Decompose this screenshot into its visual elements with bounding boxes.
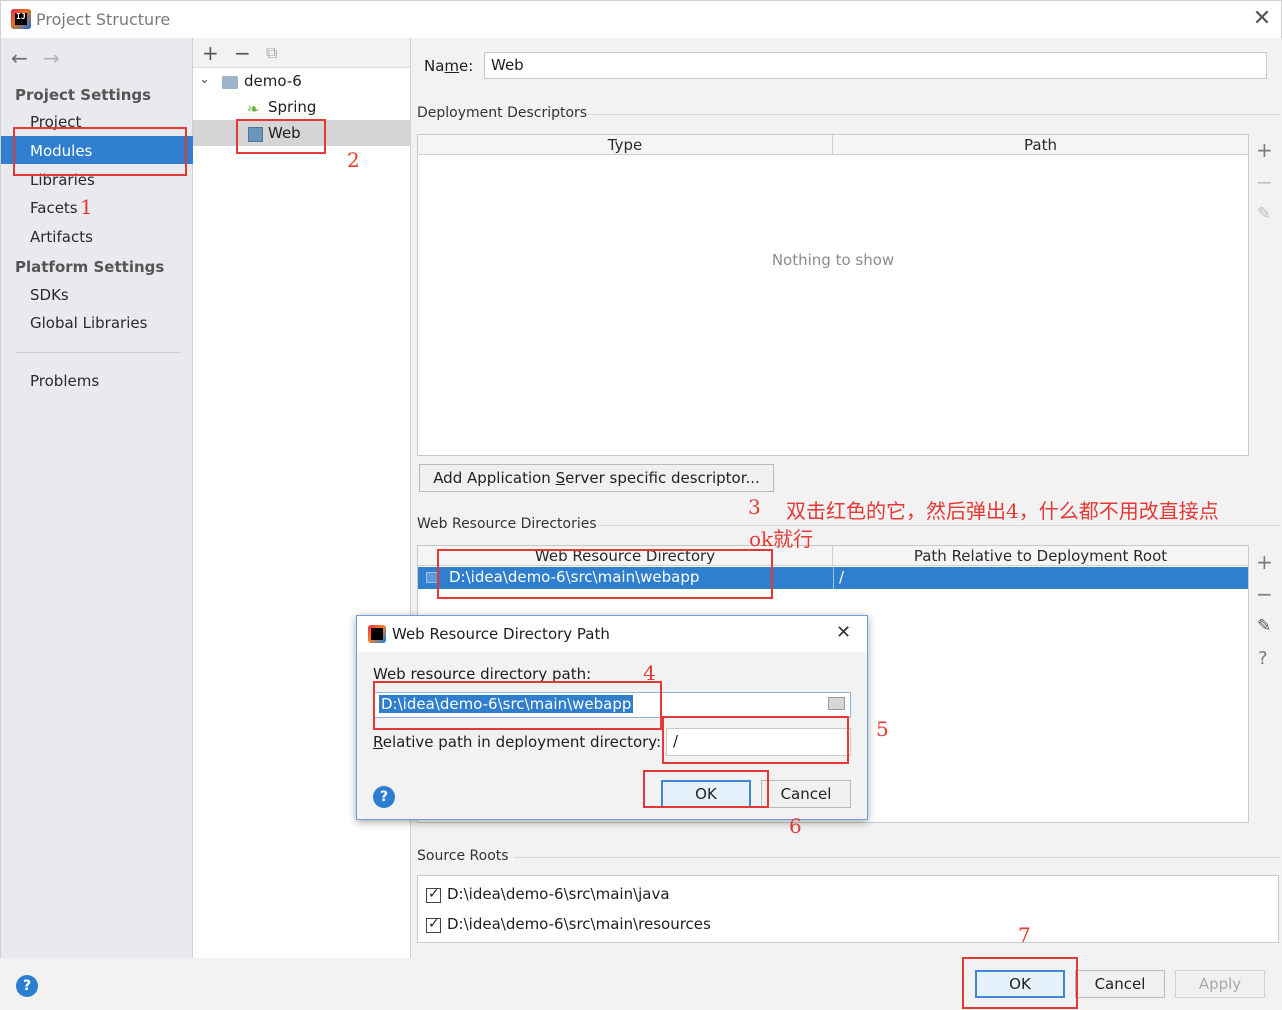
annotation-box-dialog-ok [643, 770, 769, 808]
forward-arrow-icon[interactable]: → [43, 46, 60, 70]
dialog-close-icon[interactable]: ✕ [836, 622, 851, 643]
annotation-number-2: 2 [347, 148, 360, 172]
add-icon[interactable]: + [202, 41, 219, 65]
annotation-box-relative [662, 716, 849, 764]
group-divider [514, 857, 1279, 858]
annotation-box-footer-ok [962, 957, 1078, 1009]
source-roots-list: D:\idea\demo-6\src\main\java D:\idea\dem… [417, 875, 1279, 943]
dialog-cancel-button[interactable]: Cancel [761, 780, 851, 808]
column-header-path-relative[interactable]: Path Relative to Deployment Root [833, 546, 1248, 566]
window-title: Project Structure [36, 10, 171, 29]
annotation-number-6: 6 [789, 814, 802, 838]
cancel-button[interactable]: Cancel [1075, 970, 1165, 998]
name-field[interactable]: Web [484, 52, 1267, 79]
web-resource-directories-title: Web Resource Directories [417, 516, 597, 532]
remove-descriptor-icon[interactable]: − [1256, 170, 1273, 194]
tree-toolbar: + − ⧉ [193, 38, 410, 68]
name-label: Name: [424, 57, 474, 75]
add-directory-icon[interactable]: + [1256, 550, 1273, 574]
sidebar-item-sdks[interactable]: SDKs [30, 286, 69, 304]
source-root-checkbox-resources[interactable] [426, 916, 441, 933]
sidebar-item-facets[interactable]: Facets [30, 199, 78, 217]
annotation-number-7: 7 [1018, 923, 1031, 947]
column-header-path[interactable]: Path [833, 135, 1248, 155]
dialog-title-bar: Web Resource Directory Path ✕ [357, 616, 867, 652]
sidebar-divider [15, 352, 181, 353]
intellij-logo-icon [368, 625, 386, 643]
annotation-number-5: 5 [876, 717, 889, 741]
annotation-note-line1: 双击红色的它，然后弹出4，什么都不用改直接点 [786, 499, 1219, 523]
help-icon[interactable]: ? [16, 975, 38, 997]
annotation-box-path [373, 681, 662, 730]
add-descriptor-icon[interactable]: + [1256, 138, 1273, 162]
spring-leaf-icon: ❧ [247, 100, 260, 118]
edit-descriptor-icon[interactable]: ✎ [1257, 204, 1271, 224]
column-header-type[interactable]: Type [418, 135, 833, 155]
annotation-box-modules [13, 127, 187, 176]
back-arrow-icon[interactable]: ← [11, 46, 28, 70]
sidebar-item-artifacts[interactable]: Artifacts [30, 228, 93, 246]
dialog-title: Web Resource Directory Path [392, 625, 610, 643]
platform-settings-title: Platform Settings [15, 258, 165, 276]
copy-icon[interactable]: ⧉ [266, 43, 277, 63]
list-item: D:\idea\demo-6\src\main\resources [447, 915, 711, 933]
name-field-value: Web [491, 56, 524, 74]
annotation-number-3: 3 [748, 495, 761, 519]
dialog-help-icon[interactable]: ? [373, 786, 395, 808]
cell-divider [833, 567, 834, 589]
source-roots-title: Source Roots [417, 848, 509, 864]
module-folder-icon [222, 76, 238, 89]
group-divider [587, 114, 1279, 115]
help-question-icon[interactable]: ? [1258, 648, 1268, 669]
sidebar-item-global-libraries[interactable]: Global Libraries [30, 314, 147, 332]
project-settings-title: Project Settings [15, 86, 152, 104]
deployment-descriptors-title: Deployment Descriptors [417, 105, 588, 121]
module-tree-panel: + − ⧉ ⌄ demo-6 ❧ Spring Web [193, 38, 411, 958]
remove-directory-icon[interactable]: − [1256, 582, 1273, 606]
relative-path-cell: / [839, 568, 845, 586]
annotation-number-1: 1 [80, 195, 93, 219]
settings-sidebar: ← → Project Settings Project Modules Lib… [0, 38, 193, 958]
remove-icon[interactable]: − [234, 41, 251, 65]
edit-directory-icon[interactable]: ✎ [1257, 616, 1271, 636]
tree-node-demo-6[interactable]: demo-6 [244, 72, 302, 90]
close-icon[interactable]: ✕ [1249, 6, 1275, 32]
group-divider [598, 525, 1279, 526]
intellij-logo-icon: IJ [11, 9, 31, 29]
sidebar-item-problems[interactable]: Problems [30, 372, 99, 390]
empty-table-text: Nothing to show [771, 251, 895, 269]
browse-folder-icon[interactable] [828, 697, 845, 710]
annotation-box-web [236, 119, 326, 154]
relative-path-label: Relative path in deployment directory: [373, 733, 662, 751]
tree-node-spring[interactable]: Spring [268, 98, 316, 116]
annotation-note-line2: ok就行 [749, 527, 814, 551]
apply-button[interactable]: Apply [1175, 970, 1265, 998]
deployment-descriptors-table[interactable]: Type Path Nothing to show [417, 134, 1249, 456]
annotation-box-directory [437, 549, 773, 599]
add-server-descriptor-button[interactable]: Add Application Server specific descript… [419, 464, 774, 492]
chevron-down-icon[interactable]: ⌄ [199, 72, 210, 87]
source-root-checkbox-java[interactable] [426, 886, 441, 903]
list-item: D:\idea\demo-6\src\main\java [447, 885, 670, 903]
title-bar: IJ Project Structure ✕ [0, 0, 1282, 38]
